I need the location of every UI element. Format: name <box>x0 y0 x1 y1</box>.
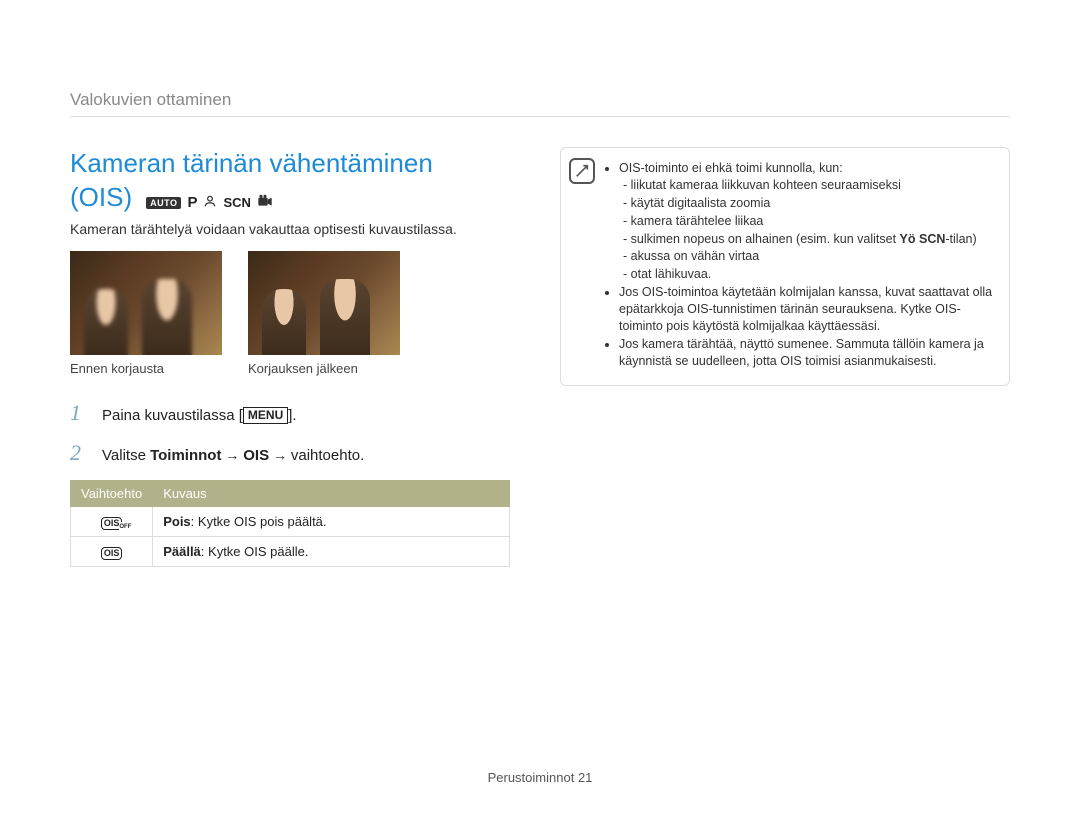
note-1d: sulkimen nopeus on alhainen (esim. kun v… <box>623 231 995 248</box>
step-1-pre: Paina kuvaustilassa [ <box>102 407 243 424</box>
table-row: OIS Päällä: Kytke OIS päälle. <box>71 536 510 566</box>
arrow-icon-2: → <box>269 447 291 463</box>
photo-after: Korjauksen jälkeen <box>248 251 400 376</box>
options-th-option: Vaihtoehto <box>71 480 153 506</box>
sample-photo-after <box>248 251 400 355</box>
note-3: Jos kamera tärähtää, näyttö sumenee. Sam… <box>619 336 995 370</box>
option-on-desc: : Kytke OIS päälle. <box>201 544 309 559</box>
option-off-desc: : Kytke OIS pois päältä. <box>191 514 327 529</box>
page-title-line1: Kameran tärinän vähentäminen <box>70 147 530 180</box>
step-2-b2: OIS <box>243 447 269 464</box>
footer-page: 21 <box>578 770 592 785</box>
mode-strip: AUTO P SCN <box>146 194 273 211</box>
step-2: Valitse Toiminnot → OIS → vaihtoehto. <box>70 440 530 466</box>
mode-video-icon <box>257 194 273 211</box>
mode-p-icon: P <box>187 194 197 211</box>
note-1d-post: -tilan) <box>945 232 976 246</box>
right-column: OIS-toiminto ei ehkä toimi kunnolla, kun… <box>560 147 1010 567</box>
note-icon <box>569 158 595 184</box>
note-1d-pre: sulkimen nopeus on alhainen (esim. kun v… <box>631 232 900 246</box>
step-2-b1: Toiminnot <box>150 447 221 464</box>
ois-off-icon: OIS <box>101 517 123 530</box>
note-2: Jos OIS-toimintoa käytetään kolmijalan k… <box>619 284 995 335</box>
ois-on-icon: OIS <box>101 547 123 560</box>
caption-before: Ennen korjausta <box>70 361 222 376</box>
options-th-desc: Kuvaus <box>153 480 510 506</box>
page-title-line2: (OIS) <box>70 182 132 213</box>
breadcrumb: Valokuvien ottaminen <box>70 90 1010 117</box>
arrow-icon: → <box>221 447 243 463</box>
step-1: Paina kuvaustilassa [MENU]. <box>70 400 530 426</box>
mode-auto-icon: AUTO <box>146 197 181 209</box>
left-column: Kameran tärinän vähentäminen (OIS) AUTO … <box>70 147 530 567</box>
step-2-pre: Valitse <box>102 447 150 464</box>
note-1a: liikutat kameraa liikkuvan kohteen seura… <box>623 177 995 194</box>
mode-face-icon <box>203 194 217 211</box>
table-row: OIS Pois: Kytke OIS pois päältä. <box>71 506 510 536</box>
intro-text: Kameran tärähtelyä voidaan vakauttaa opt… <box>70 221 530 237</box>
note-1d-mode: Yö SCN <box>900 232 946 246</box>
option-off-label: Pois <box>163 514 190 529</box>
step-1-post: ]. <box>288 407 296 424</box>
note-1e: akussa on vähän virtaa <box>623 248 995 265</box>
note-1: OIS-toiminto ei ehkä toimi kunnolla, kun… <box>619 161 843 175</box>
note-1c: kamera tärähtelee liikaa <box>623 213 995 230</box>
caption-after: Korjauksen jälkeen <box>248 361 400 376</box>
sample-photo-before <box>70 251 222 355</box>
step-2-post: vaihtoehto. <box>291 447 364 464</box>
mode-scn-icon: SCN <box>223 195 250 210</box>
note-1b: käytät digitaalista zoomia <box>623 195 995 212</box>
note-box: OIS-toiminto ei ehkä toimi kunnolla, kun… <box>560 147 1010 386</box>
option-on-label: Päällä <box>163 544 201 559</box>
page-footer: Perustoiminnot 21 <box>0 770 1080 785</box>
note-1f: otat lähikuvaa. <box>623 266 995 283</box>
footer-label: Perustoiminnot <box>488 770 575 785</box>
menu-key: MENU <box>243 407 288 424</box>
options-table: Vaihtoehto Kuvaus OIS Pois: Kytke OIS po… <box>70 480 510 567</box>
photo-before: Ennen korjausta <box>70 251 222 376</box>
